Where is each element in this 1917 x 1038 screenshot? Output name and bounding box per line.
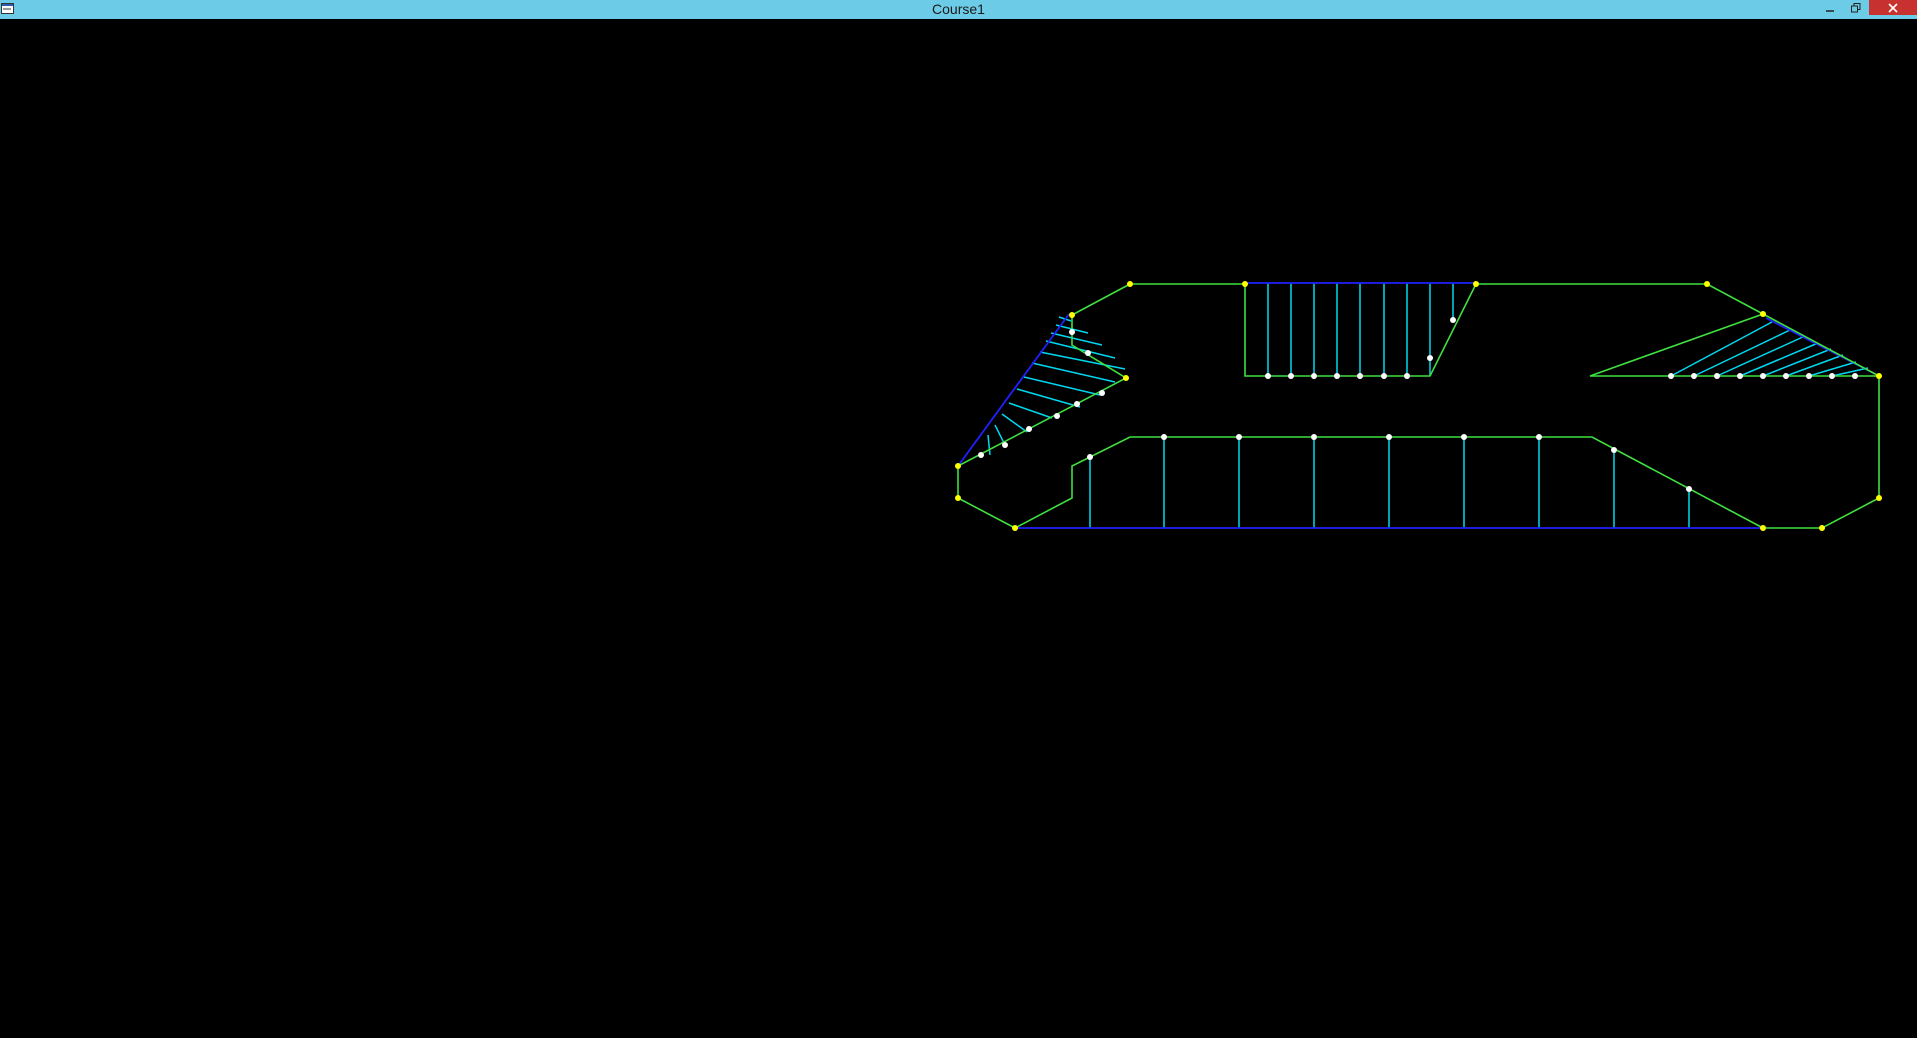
- sample-point: [1085, 350, 1091, 356]
- hatch-line-left: [1001, 413, 1028, 433]
- sample-point: [1852, 373, 1858, 379]
- sample-point: [1069, 329, 1075, 335]
- sample-point: [1404, 373, 1410, 379]
- sample-point: [1288, 373, 1294, 379]
- vertex-point: [1876, 495, 1882, 501]
- vertex-point: [1819, 525, 1825, 531]
- vertex-point: [1069, 312, 1075, 318]
- minimize-icon: [1826, 9, 1834, 12]
- vertex-point: [1127, 281, 1133, 287]
- restore-icon: [1851, 2, 1861, 12]
- sample-point: [1427, 355, 1433, 361]
- vertex-point: [1760, 311, 1766, 317]
- sample-point: [1099, 390, 1105, 396]
- sample-point: [1760, 373, 1766, 379]
- sample-point: [1783, 373, 1789, 379]
- close-icon: [1888, 2, 1898, 13]
- sample-point: [1668, 373, 1674, 379]
- restore-button[interactable]: [1843, 0, 1869, 15]
- minimize-button[interactable]: [1817, 0, 1843, 15]
- title-bar[interactable]: Course1: [0, 0, 1917, 19]
- sample-point: [1691, 373, 1697, 379]
- hatch-line-right: [1716, 335, 1806, 377]
- hatch-line-left: [1050, 332, 1103, 346]
- sample-point: [1265, 373, 1271, 379]
- hatch-line-left: [1031, 362, 1116, 383]
- hatch-line-right: [1693, 329, 1791, 377]
- hatch-line-left: [987, 434, 991, 456]
- hatch-line-left: [1039, 351, 1126, 370]
- sample-point: [1381, 373, 1387, 379]
- vertex-point: [1473, 281, 1479, 287]
- sample-point: [1054, 413, 1060, 419]
- vertex-point: [1123, 375, 1129, 381]
- sample-point: [1386, 434, 1392, 440]
- sample-point: [1074, 401, 1080, 407]
- sample-point: [1236, 434, 1242, 440]
- sample-point: [1536, 434, 1542, 440]
- sample-point: [1161, 434, 1167, 440]
- sample-point: [1829, 373, 1835, 379]
- sample-point: [1311, 373, 1317, 379]
- hatch-line-left: [1016, 388, 1081, 408]
- hatch-line-right: [1670, 321, 1773, 377]
- sample-point: [1311, 434, 1317, 440]
- sample-point: [1450, 317, 1456, 323]
- sample-point: [978, 452, 984, 458]
- sample-point: [1334, 373, 1340, 379]
- sample-point: [1806, 373, 1812, 379]
- sample-point: [1357, 373, 1363, 379]
- drawing-canvas[interactable]: [0, 19, 1917, 1033]
- hatch-line-left: [1023, 376, 1101, 396]
- vertex-point: [1876, 373, 1882, 379]
- outline-right: [1476, 283, 1880, 529]
- sample-point: [1611, 447, 1617, 453]
- course-geometry: [955, 281, 1882, 531]
- sample-point: [1686, 486, 1692, 492]
- hatch-line-right: [1831, 367, 1869, 377]
- vertex-point: [955, 463, 961, 469]
- window-title: Course1: [932, 1, 985, 17]
- hatch-line-right: [1785, 354, 1844, 377]
- sample-point: [1026, 426, 1032, 432]
- sample-point: [1461, 434, 1467, 440]
- vertex-point: [1704, 281, 1710, 287]
- sample-point: [1087, 454, 1093, 460]
- vertex-point: [1242, 281, 1248, 287]
- hatch-line-left: [1008, 402, 1053, 419]
- sample-point: [1737, 373, 1743, 379]
- sample-point: [1714, 373, 1720, 379]
- app-window-icon: [1, 3, 14, 14]
- sample-point: [1002, 442, 1008, 448]
- fill-edge-left: [957, 313, 1070, 467]
- outline-left: [957, 283, 1131, 529]
- vertex-point: [955, 495, 961, 501]
- close-button[interactable]: [1869, 0, 1917, 15]
- vertex-point: [1760, 525, 1766, 531]
- vertex-point: [1012, 525, 1018, 531]
